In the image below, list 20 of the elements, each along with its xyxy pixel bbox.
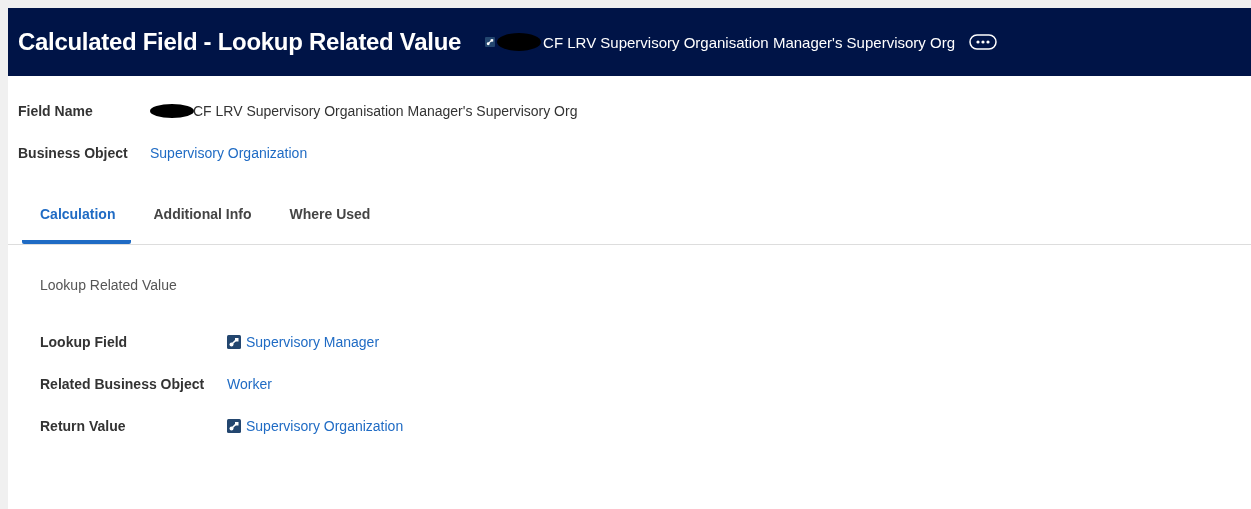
value-link[interactable]: Worker (227, 376, 272, 392)
related-link-icon[interactable] (227, 419, 241, 433)
value-link[interactable]: Supervisory Manager (246, 334, 380, 350)
field-value: CF LRV Supervisory Organisation Manager's Supervisory Org (193, 103, 578, 119)
field-label: Field Name (18, 103, 94, 119)
tab[interactable]: Calculation (22, 200, 132, 244)
field-label: Related Business Object (40, 376, 206, 392)
field-label: Return Value (40, 418, 127, 434)
section-title: Lookup Related Value (40, 277, 178, 293)
tab[interactable]: Where Used (289, 200, 371, 244)
field-label: Business Object (18, 145, 129, 161)
value-link[interactable]: Supervisory Organization (150, 145, 308, 161)
related-link-icon[interactable] (227, 335, 241, 349)
more-options-icon[interactable] (969, 34, 997, 50)
page-title: Calculated Field - Lookup Related Value (18, 28, 462, 56)
value-link[interactable]: Supervisory Organization (246, 418, 404, 434)
instance-name: CF LRV Supervisory Organisation Manager's Supervisory Org (543, 33, 955, 51)
field-label: Lookup Field (40, 334, 129, 350)
related-link-icon[interactable] (485, 37, 496, 47)
tab[interactable]: Additional Info (153, 200, 252, 244)
